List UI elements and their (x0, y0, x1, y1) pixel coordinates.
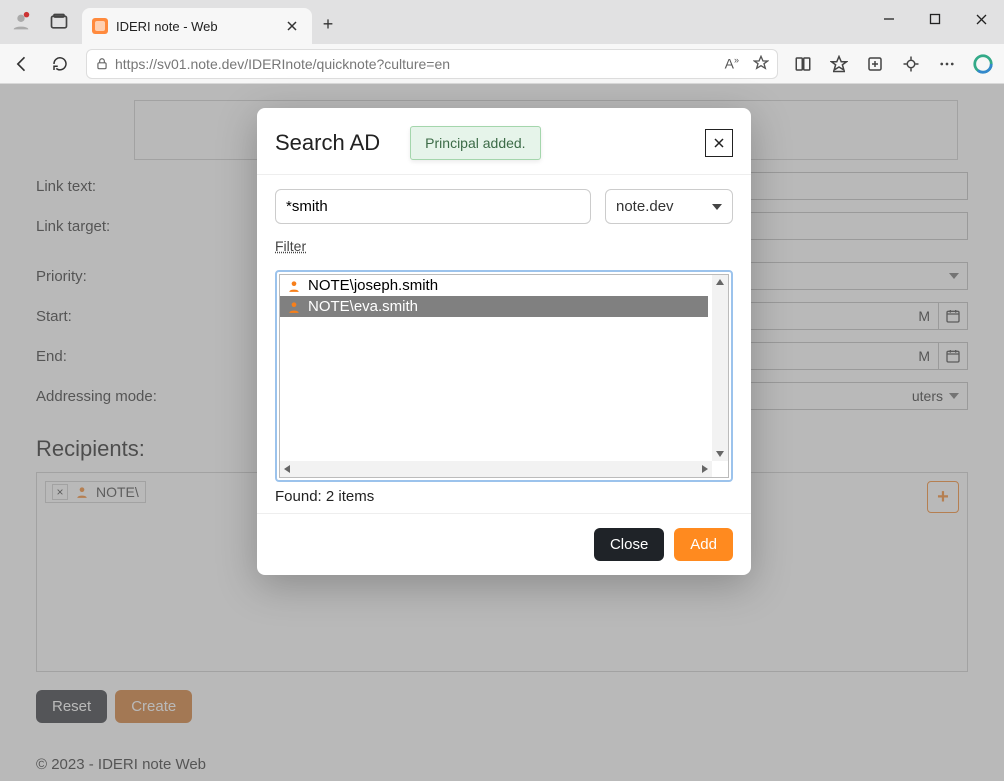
window-minimize-button[interactable] (866, 0, 912, 38)
favicon-icon (92, 18, 108, 34)
vertical-scrollbar[interactable] (712, 275, 728, 461)
tab-close-button[interactable] (282, 16, 302, 36)
favorites-icon[interactable] (828, 55, 850, 73)
more-icon[interactable] (936, 55, 958, 73)
split-screen-icon[interactable] (792, 55, 814, 73)
collections-icon[interactable] (864, 55, 886, 73)
window-maximize-button[interactable] (912, 0, 958, 38)
toast-message: Principal added. (410, 126, 540, 160)
search-input[interactable] (275, 189, 591, 224)
result-label: NOTE\joseph.smith (308, 277, 438, 294)
window-titlebar: IDERI note - Web + (0, 0, 1004, 44)
reader-icon[interactable]: A» (725, 55, 739, 72)
window-close-button[interactable] (958, 0, 1004, 38)
user-icon (286, 300, 302, 314)
results-count: Found: 2 items (275, 488, 733, 505)
tab-title: IDERI note - Web (116, 19, 282, 34)
address-bar[interactable]: https://sv01.note.dev/IDERInote/quicknot… (86, 49, 778, 79)
horizontal-scrollbar[interactable] (280, 461, 712, 477)
result-item[interactable]: NOTE\eva.smith (280, 296, 708, 317)
lock-icon (95, 57, 109, 71)
profile-icon[interactable] (8, 9, 34, 35)
url-text: https://sv01.note.dev/IDERInote/quicknot… (115, 56, 725, 72)
tab-overview-icon[interactable] (46, 9, 72, 35)
results-listbox[interactable]: NOTE\joseph.smith NOTE\eva.smith (275, 270, 733, 482)
browser-tab[interactable]: IDERI note - Web (82, 8, 312, 44)
refresh-button[interactable] (48, 55, 72, 73)
domain-select[interactable]: note.dev (605, 189, 733, 224)
search-ad-modal: Search AD Principal added. note.dev Filt… (257, 108, 751, 575)
domain-select-value: note.dev (616, 198, 674, 215)
result-item[interactable]: NOTE\joseph.smith (280, 275, 708, 296)
favorite-icon[interactable] (753, 55, 769, 72)
back-button[interactable] (10, 54, 34, 74)
modal-close-button[interactable] (705, 129, 733, 157)
filter-dropdown[interactable]: Filter (275, 238, 310, 254)
browser-toolbar: https://sv01.note.dev/IDERInote/quicknot… (0, 44, 1004, 84)
user-icon (286, 279, 302, 293)
extensions-icon[interactable] (900, 55, 922, 73)
new-tab-button[interactable]: + (312, 8, 344, 40)
result-label: NOTE\eva.smith (308, 298, 418, 315)
copilot-icon[interactable] (972, 53, 994, 75)
close-button[interactable]: Close (594, 528, 664, 561)
modal-title: Search AD (275, 130, 380, 156)
chevron-down-icon (712, 204, 722, 210)
add-button[interactable]: Add (674, 528, 733, 561)
